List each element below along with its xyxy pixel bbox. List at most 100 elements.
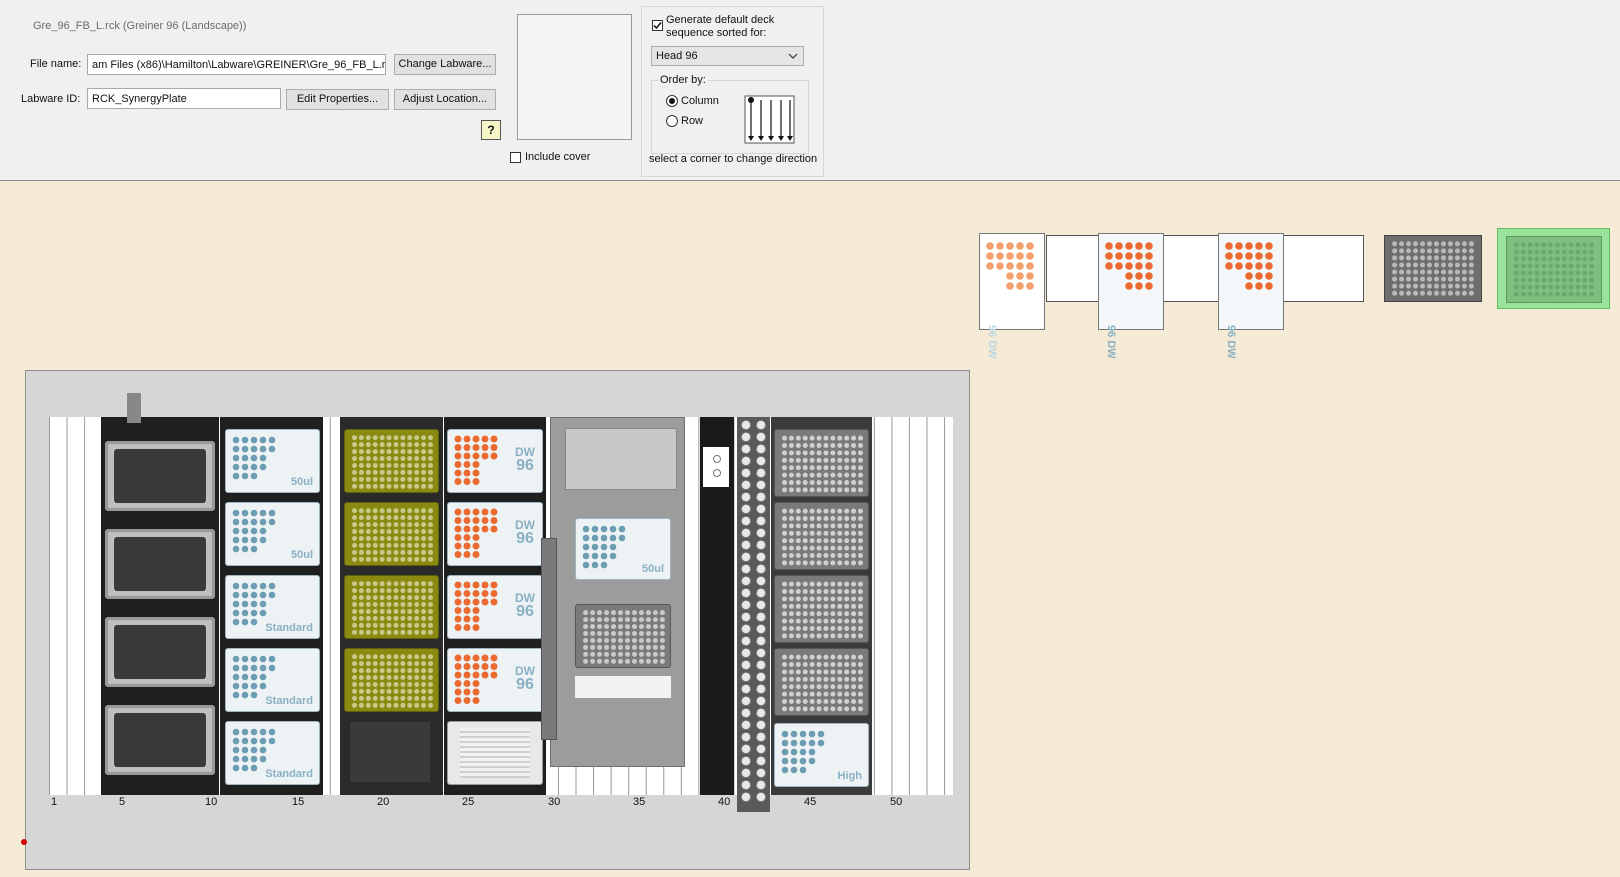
help-icon-glyph: ? <box>487 123 495 137</box>
tip-rack-50ul-mid[interactable]: 50ul <box>575 518 671 580</box>
chevron-down-icon <box>788 53 798 59</box>
tip-rack-1[interactable] <box>105 441 215 511</box>
black-column <box>700 417 734 795</box>
reservoir-plate[interactable] <box>447 721 543 785</box>
olive-plate-2[interactable] <box>344 502 439 566</box>
palette-selected-inner <box>1506 236 1602 303</box>
change-labware-button[interactable]: Change Labware... <box>394 54 496 75</box>
palette-dots-3 <box>1225 242 1273 290</box>
track-label-5: 5 <box>119 796 126 808</box>
tip-rack-4[interactable] <box>105 705 215 775</box>
track-label-50: 50 <box>890 796 903 808</box>
generate-sequence-checkbox[interactable] <box>652 20 663 31</box>
column-radio[interactable] <box>666 95 678 107</box>
file-name-field[interactable]: am Files (x86)\Hamilton\Labware\GREINER\… <box>87 54 386 75</box>
dw96-plate-2-label: DW 96 <box>515 519 535 547</box>
track-label-25: 25 <box>462 796 475 808</box>
dw96-plate-4-label: DW 96 <box>515 665 535 693</box>
track-label-40: 40 <box>718 796 731 808</box>
dw96-plate-1-label: DW 96 <box>515 446 535 474</box>
tip-rack-standard-1[interactable]: Standard <box>225 575 320 639</box>
module-white-bar <box>575 676 671 698</box>
palette-plate-dw96-3[interactable]: 96 DW <box>1218 233 1284 359</box>
palette-96-text-1: 96 <box>986 325 998 338</box>
tube-rack <box>737 417 770 812</box>
olive-plate-3[interactable] <box>344 575 439 639</box>
palette-carrier <box>1046 235 1364 302</box>
properties-panel: Gre_96_FB_L.rck (Greiner 96 (Landscape))… <box>0 0 1620 181</box>
include-cover-checkbox[interactable] <box>510 152 521 163</box>
track-label-10: 10 <box>205 796 218 808</box>
tip-rack-50ul-1[interactable]: 50ul <box>225 429 320 493</box>
palette-plate-gray[interactable] <box>1384 235 1482 302</box>
order-by-label: Order by: <box>658 74 708 86</box>
labware-id-field[interactable]: RCK_SynergyPlate <box>87 88 281 109</box>
olive-plate-2-wells <box>352 508 433 562</box>
column-radio-label: Column <box>681 95 719 107</box>
tip-rack-high[interactable]: High <box>774 723 869 787</box>
palette-plate-dw96-1[interactable]: 96 DW <box>979 233 1045 359</box>
dw96-plate-4-96: 96 <box>516 676 534 693</box>
olive-plate-3-wells <box>352 581 433 635</box>
tip-rack-standard-3[interactable]: Standard <box>225 721 320 785</box>
track-label-1: 1 <box>51 796 58 808</box>
palette-96-text-2: 96 <box>1105 325 1117 338</box>
help-icon[interactable]: ? <box>481 120 501 140</box>
tip-rack-2-inner <box>114 537 206 591</box>
palette-dw-label-2: 96 DW <box>1105 325 1117 359</box>
gray-plate-3[interactable] <box>774 575 869 643</box>
gray-plate-mid[interactable] <box>575 604 671 668</box>
palette-plate-dw96-2[interactable]: 96 DW <box>1098 233 1164 359</box>
tip-rack-standard-2[interactable]: Standard <box>225 648 320 712</box>
dw96-plate-2[interactable]: DW 96 <box>447 502 543 566</box>
palette-plate-selected[interactable] <box>1497 228 1610 309</box>
olive-carrier-empty-slot <box>350 722 430 782</box>
tip-rack-50ul-1-label: 50ul <box>290 476 313 488</box>
track-label-20: 20 <box>377 796 390 808</box>
palette-selected-wells <box>1513 242 1595 297</box>
olive-plate-4[interactable] <box>344 648 439 712</box>
tip-rack-50ul-2-label: 50ul <box>290 549 313 561</box>
dw96-plate-3[interactable]: DW 96 <box>447 575 543 639</box>
gray-plate-2-wells <box>782 508 863 566</box>
gray-plate-mid-wells <box>583 610 665 664</box>
palette-dots-1 <box>986 242 1034 290</box>
tip-carrier-left <box>101 393 219 795</box>
dw96-plate-1[interactable]: DW 96 <box>447 429 543 493</box>
reservoir-lines <box>460 728 530 778</box>
dw96-plate-2-96: 96 <box>516 530 534 547</box>
tip-rack-4-inner <box>114 713 206 767</box>
palette-dw-text-1: DW <box>986 340 998 359</box>
tip-rack-3[interactable] <box>105 617 215 687</box>
checkmark-icon <box>653 22 662 30</box>
labware-title: Gre_96_FB_L.rck (Greiner 96 (Landscape)) <box>33 20 247 32</box>
palette-dw-text-3: DW <box>1225 340 1237 359</box>
olive-plate-1[interactable] <box>344 429 439 493</box>
head-select[interactable]: Head 96 <box>651 46 804 66</box>
tube-rack-tubes <box>741 420 766 802</box>
include-cover-label: Include cover <box>525 151 591 163</box>
tip-rack-2[interactable] <box>105 529 215 599</box>
dw96-plate-3-96: 96 <box>516 603 534 620</box>
tip-rack-50ul-mid-label: 50ul <box>641 563 664 575</box>
gray-plate-4[interactable] <box>774 648 869 716</box>
generate-label-line1: Generate default deck <box>666 14 775 26</box>
plate-carrier-gray: High <box>771 417 872 795</box>
edit-properties-button[interactable]: Edit Properties... <box>286 89 389 110</box>
origin-marker <box>21 839 27 845</box>
window-dot-1 <box>713 455 721 463</box>
module-rail <box>541 538 557 740</box>
order-direction-icon[interactable] <box>744 95 796 145</box>
tip-rack-high-label: High <box>837 770 862 782</box>
dw96-plate-4[interactable]: DW 96 <box>447 648 543 712</box>
adjust-location-button[interactable]: Adjust Location... <box>394 89 496 110</box>
carrier-handle <box>127 393 141 423</box>
olive-plate-1-wells <box>352 435 433 489</box>
gray-plate-2[interactable] <box>774 502 869 570</box>
palette-dw-label-1: 96 DW <box>986 325 998 359</box>
row-radio[interactable] <box>666 115 678 127</box>
gray-plate-4-wells <box>782 654 863 712</box>
gray-plate-1[interactable] <box>774 429 869 497</box>
gray-plate-3-wells <box>782 581 863 639</box>
tip-rack-50ul-2[interactable]: 50ul <box>225 502 320 566</box>
